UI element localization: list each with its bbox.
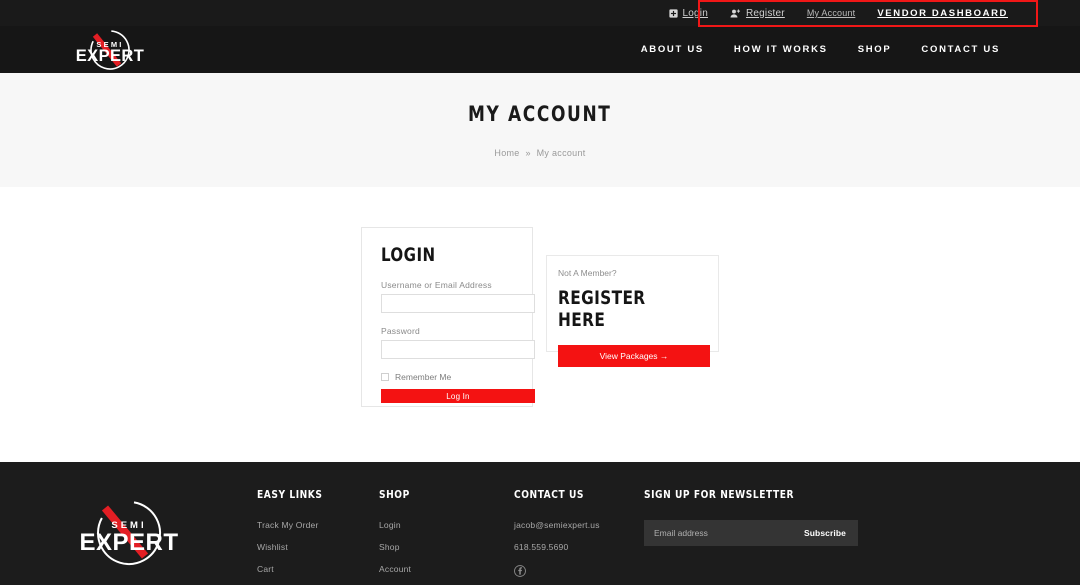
footer-contact-heading: CONTACT US	[514, 488, 585, 501]
footer-link-track-my-order[interactable]: Track My Order	[257, 520, 379, 530]
footer-shop-heading: SHOP	[379, 488, 410, 501]
breadcrumb-separator: »	[525, 148, 531, 158]
password-label: Password	[381, 326, 420, 336]
topbar-my-account-link[interactable]: My Account	[807, 8, 856, 18]
topbar-my-account-label: My Account	[806, 8, 856, 18]
register-card: Not A Member? REGISTER HERE View Package…	[546, 255, 719, 367]
logo-mark: SEMI EXPERT	[76, 29, 144, 70]
login-card: LOGIN Username or Email Address Password…	[361, 227, 535, 407]
log-in-button[interactable]: Log In	[381, 389, 535, 403]
password-input[interactable]	[381, 340, 535, 359]
footer-link-cart[interactable]: Cart	[257, 564, 379, 574]
breadcrumb-home[interactable]: Home	[494, 148, 519, 158]
footer-contact-phone[interactable]: 618.559.5690	[514, 542, 644, 552]
footer-column-easy-links: EASY LINKS Track My Order Wishlist Cart	[257, 488, 379, 585]
view-packages-button[interactable]: View Packages →	[558, 345, 710, 367]
site-footer: SEMI EXPERT EASY LINKS Track My Order Wi…	[0, 462, 1080, 585]
footer-newsletter-heading: SIGN UP FOR NEWSLETTER	[644, 488, 795, 501]
footer-column-newsletter: SIGN UP FOR NEWSLETTER Subscribe	[644, 488, 858, 585]
page-hero: MY ACCOUNT Home » My account	[0, 73, 1080, 187]
topbar-login-label: Login	[682, 7, 708, 19]
footer-link-login[interactable]: Login	[379, 520, 514, 530]
login-heading: LOGIN	[381, 244, 436, 266]
footer-contact-email[interactable]: jacob@semiexpert.us	[514, 520, 644, 530]
top-utility-bar: Login Register My Account VENDOR DASHBOA…	[0, 0, 1080, 27]
topbar-vendor-dashboard-link[interactable]: VENDOR DASHBOARD	[877, 8, 1008, 19]
footer-column-shop: SHOP Login Shop Account	[379, 488, 514, 585]
nav-item-shop[interactable]: SHOP	[858, 44, 892, 55]
topbar-vendor-dashboard-label: VENDOR DASHBOARD	[877, 7, 1008, 19]
main-navigation: ABOUT US HOW IT WORKS SHOP CONTACT US	[641, 44, 1000, 55]
nav-item-about-us[interactable]: ABOUT US	[641, 44, 704, 55]
footer-link-shop[interactable]: Shop	[379, 542, 514, 552]
subscribe-button[interactable]: Subscribe	[804, 528, 846, 538]
remember-me-label: Remember Me	[395, 372, 452, 382]
page-title: MY ACCOUNT	[468, 102, 612, 126]
login-box-icon	[668, 8, 678, 18]
footer-logo-mark: SEMI EXPERT	[79, 501, 178, 565]
user-plus-icon	[730, 8, 741, 18]
breadcrumb-current: My account	[536, 148, 586, 158]
register-heading: REGISTER HERE	[558, 287, 646, 331]
footer-link-account[interactable]: Account	[379, 564, 514, 574]
facebook-icon[interactable]	[514, 564, 526, 581]
nav-item-how-it-works[interactable]: HOW IT WORKS	[734, 44, 828, 55]
svg-text:EXPERT: EXPERT	[76, 47, 144, 65]
username-input[interactable]	[381, 294, 535, 313]
topbar-register-link[interactable]: Register	[730, 8, 785, 19]
remember-me-checkbox[interactable]	[381, 373, 389, 381]
top-bar-links: Login Register My Account VENDOR DASHBOA…	[668, 7, 1008, 19]
topbar-login-link[interactable]: Login	[668, 7, 708, 19]
newsletter-form: Subscribe	[644, 520, 858, 546]
main-content: LOGIN Username or Email Address Password…	[0, 187, 1080, 462]
register-subtitle: Not A Member?	[558, 268, 617, 278]
username-label: Username or Email Address	[381, 280, 492, 290]
footer-logo[interactable]: SEMI EXPERT	[0, 488, 257, 585]
footer-column-contact: CONTACT US jacob@semiexpert.us 618.559.5…	[514, 488, 644, 585]
footer-easy-links-heading: EASY LINKS	[257, 488, 323, 501]
footer-link-wishlist[interactable]: Wishlist	[257, 542, 379, 552]
breadcrumb: Home » My account	[494, 148, 585, 158]
svg-text:EXPERT: EXPERT	[79, 529, 178, 556]
remember-me-row: Remember Me	[381, 372, 522, 382]
newsletter-email-input[interactable]	[654, 528, 804, 538]
nav-item-contact-us[interactable]: CONTACT US	[921, 44, 1000, 55]
site-header: SEMI EXPERT ABOUT US HOW IT WORKS SHOP C…	[0, 26, 1080, 73]
site-logo[interactable]: SEMI EXPERT	[64, 27, 156, 73]
topbar-register-label: Register	[745, 7, 785, 19]
